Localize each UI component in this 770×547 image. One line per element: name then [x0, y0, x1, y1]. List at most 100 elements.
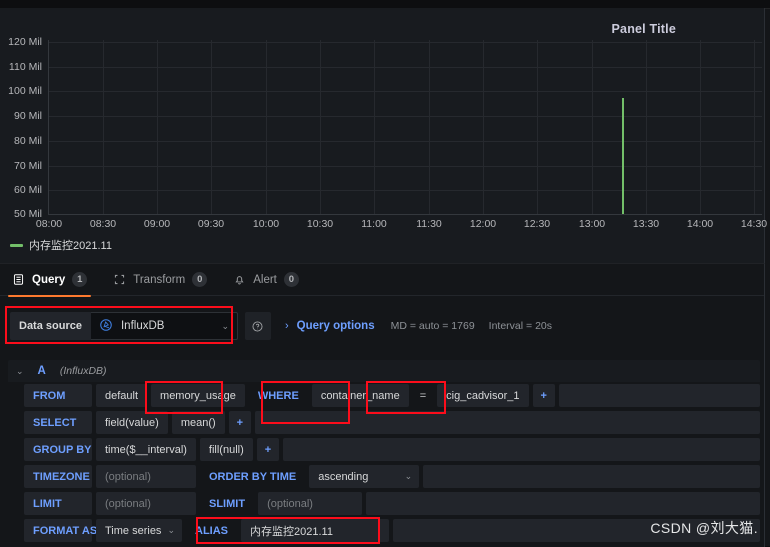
query-row-header[interactable]: ⌄ A (InfluxDB): [8, 360, 760, 382]
max-data-points-info: MD = auto = 1769: [390, 320, 475, 332]
x-axis-tick: 08:30: [89, 218, 117, 230]
tab-query-label: Query: [32, 273, 66, 286]
x-axis: 08:00 08:30 09:00 09:30 10:00 10:30 11:0…: [36, 216, 767, 232]
select-aggregate-part[interactable]: mean(): [171, 411, 225, 434]
chevron-down-icon: ⌄: [167, 525, 175, 535]
editor-tabs: Query 1 Transform 0 Alert 0: [0, 264, 764, 297]
add-select-part-button[interactable]: +: [228, 411, 252, 434]
query-row-select: SELECT field(value) mean() +: [8, 411, 760, 434]
chevron-down-icon: ⌄: [221, 320, 229, 331]
y-axis-tick: 80 Mil: [13, 134, 42, 147]
chevron-down-icon: ⌄: [16, 365, 24, 376]
tab-query-badge: 1: [72, 272, 88, 287]
alias-input[interactable]: 内存监控2021.11: [241, 519, 389, 542]
x-axis-tick: 08:00: [35, 218, 63, 230]
format-as-select[interactable]: Time series ⌄: [96, 519, 182, 542]
x-axis-tick: 13:00: [578, 218, 606, 230]
query-row-timezone: TIMEZONE (optional) ORDER BY TIME ascend…: [8, 465, 760, 488]
bell-icon: [233, 273, 246, 286]
order-by-time-label: ORDER BY TIME: [209, 470, 297, 483]
group-by-label: GROUP BY: [24, 438, 92, 461]
retention-policy-select[interactable]: default: [96, 384, 148, 407]
influxdb-icon: [99, 318, 113, 335]
query-editor-pane: Query 1 Transform 0 Alert 0 Data source …: [0, 263, 765, 547]
where-tag-key[interactable]: container_name: [311, 384, 409, 407]
group-by-fill-part[interactable]: fill(null): [199, 438, 253, 461]
slimit-label: SLIMIT: [209, 497, 246, 510]
influx-query-editor: FROM default memory_usage WHERE containe…: [8, 384, 760, 546]
datasource-row: Data source InfluxDB ⌄ › Query options M…: [0, 308, 764, 344]
y-axis-tick: 60 Mil: [13, 184, 42, 197]
series-line-memory: [622, 98, 624, 214]
query-ref-id: A: [37, 365, 46, 377]
format-as-label: FORMAT AS: [24, 519, 97, 542]
group-by-row-filler: [283, 438, 760, 461]
format-as-value: Time series: [105, 524, 162, 537]
graph-plot: 120 Mil 110 Mil 100 Mil 90 Mil 80 Mil 70…: [0, 36, 767, 232]
where-operator[interactable]: =: [413, 384, 433, 407]
x-axis-tick: 09:30: [197, 218, 225, 230]
transform-icon: [113, 273, 126, 286]
add-group-by-button[interactable]: +: [256, 438, 280, 461]
select-field-part[interactable]: field(value): [96, 411, 168, 434]
y-axis-tick: 120 Mil: [8, 36, 42, 48]
tab-alert[interactable]: Alert 0: [233, 264, 299, 296]
x-axis-tick: 12:30: [523, 218, 551, 230]
x-axis-tick: 14:00: [686, 218, 714, 230]
database-icon: [12, 273, 25, 286]
interval-info: Interval = 20s: [488, 320, 552, 332]
tab-transform[interactable]: Transform 0: [113, 264, 208, 296]
limit-input[interactable]: (optional): [96, 492, 196, 515]
add-where-button[interactable]: +: [532, 384, 555, 407]
x-axis-tick: 10:30: [306, 218, 334, 230]
timezone-input[interactable]: (optional): [96, 465, 196, 488]
slimit-input[interactable]: (optional): [258, 492, 363, 515]
tab-query[interactable]: Query 1: [7, 264, 92, 297]
query-row-group-by: GROUP BY time($__interval) fill(null) +: [8, 438, 760, 461]
y-axis-tick: 70 Mil: [13, 159, 42, 172]
grafana-panel-editor: Panel Title 120 Mil 110 Mil 100 Mil 90 M…: [0, 0, 770, 547]
limit-row-filler: [366, 492, 760, 515]
where-tag-value[interactable]: cig_cadvisor_1: [437, 384, 529, 407]
query-options-label: Query options: [296, 320, 375, 332]
tab-transform-badge: 0: [192, 272, 208, 287]
query-row-limit: LIMIT (optional) SLIMIT (optional): [8, 492, 760, 515]
help-circle-icon[interactable]: [244, 312, 271, 340]
query-row-format: FORMAT AS Time series ⌄ ALIAS 内存监控2021.1…: [8, 519, 760, 542]
x-axis-tick: 13:30: [632, 218, 660, 230]
where-label: WHERE: [257, 389, 299, 402]
chevron-down-icon: ⌄: [404, 471, 413, 481]
measurement-select[interactable]: memory_usage: [151, 384, 245, 407]
tab-transform-label: Transform: [133, 273, 186, 286]
y-axis-tick: 110 Mil: [8, 60, 42, 73]
y-axis-tick: 90 Mil: [13, 110, 42, 123]
timezone-row-filler: [423, 465, 760, 488]
query-datasource-note: (InfluxDB): [59, 365, 107, 377]
select-label: SELECT: [24, 411, 92, 434]
x-axis-tick: 11:30: [416, 218, 442, 230]
visualization-panel: Panel Title 120 Mil 110 Mil 100 Mil 90 M…: [0, 8, 767, 263]
graph-legend[interactable]: 内存监控2021.11: [10, 237, 112, 253]
x-axis-tick: 09:00: [143, 218, 171, 230]
query-options-toggle[interactable]: › Query options MD = auto = 1769 Interva…: [285, 320, 552, 332]
order-by-time-select[interactable]: ascending ⌄: [309, 465, 420, 488]
alias-label: ALIAS: [195, 524, 228, 537]
query-row-from: FROM default memory_usage WHERE containe…: [8, 384, 760, 407]
tab-alert-label: Alert: [253, 273, 277, 286]
page-title: Panel Title: [611, 22, 676, 36]
legend-color-swatch: [10, 243, 23, 247]
datasource-label: Data source: [10, 312, 91, 340]
group-by-time-part[interactable]: time($__interval): [96, 438, 196, 461]
timezone-label: TIMEZONE: [24, 465, 92, 488]
x-axis-tick: 11:00: [361, 218, 387, 230]
datasource-picker[interactable]: InfluxDB ⌄: [90, 312, 238, 340]
watermark: CSDN @刘大猫.: [650, 520, 758, 536]
order-by-time-value: ascending: [318, 470, 369, 483]
from-row-filler: [558, 384, 760, 407]
limit-label: LIMIT: [24, 492, 92, 515]
y-axis-tick: 100 Mil: [8, 85, 42, 98]
x-axis-tick: 10:00: [252, 218, 280, 230]
legend-series-label: 内存监控2021.11: [29, 240, 112, 252]
plot-area: [48, 40, 762, 215]
from-label: FROM: [24, 384, 92, 407]
